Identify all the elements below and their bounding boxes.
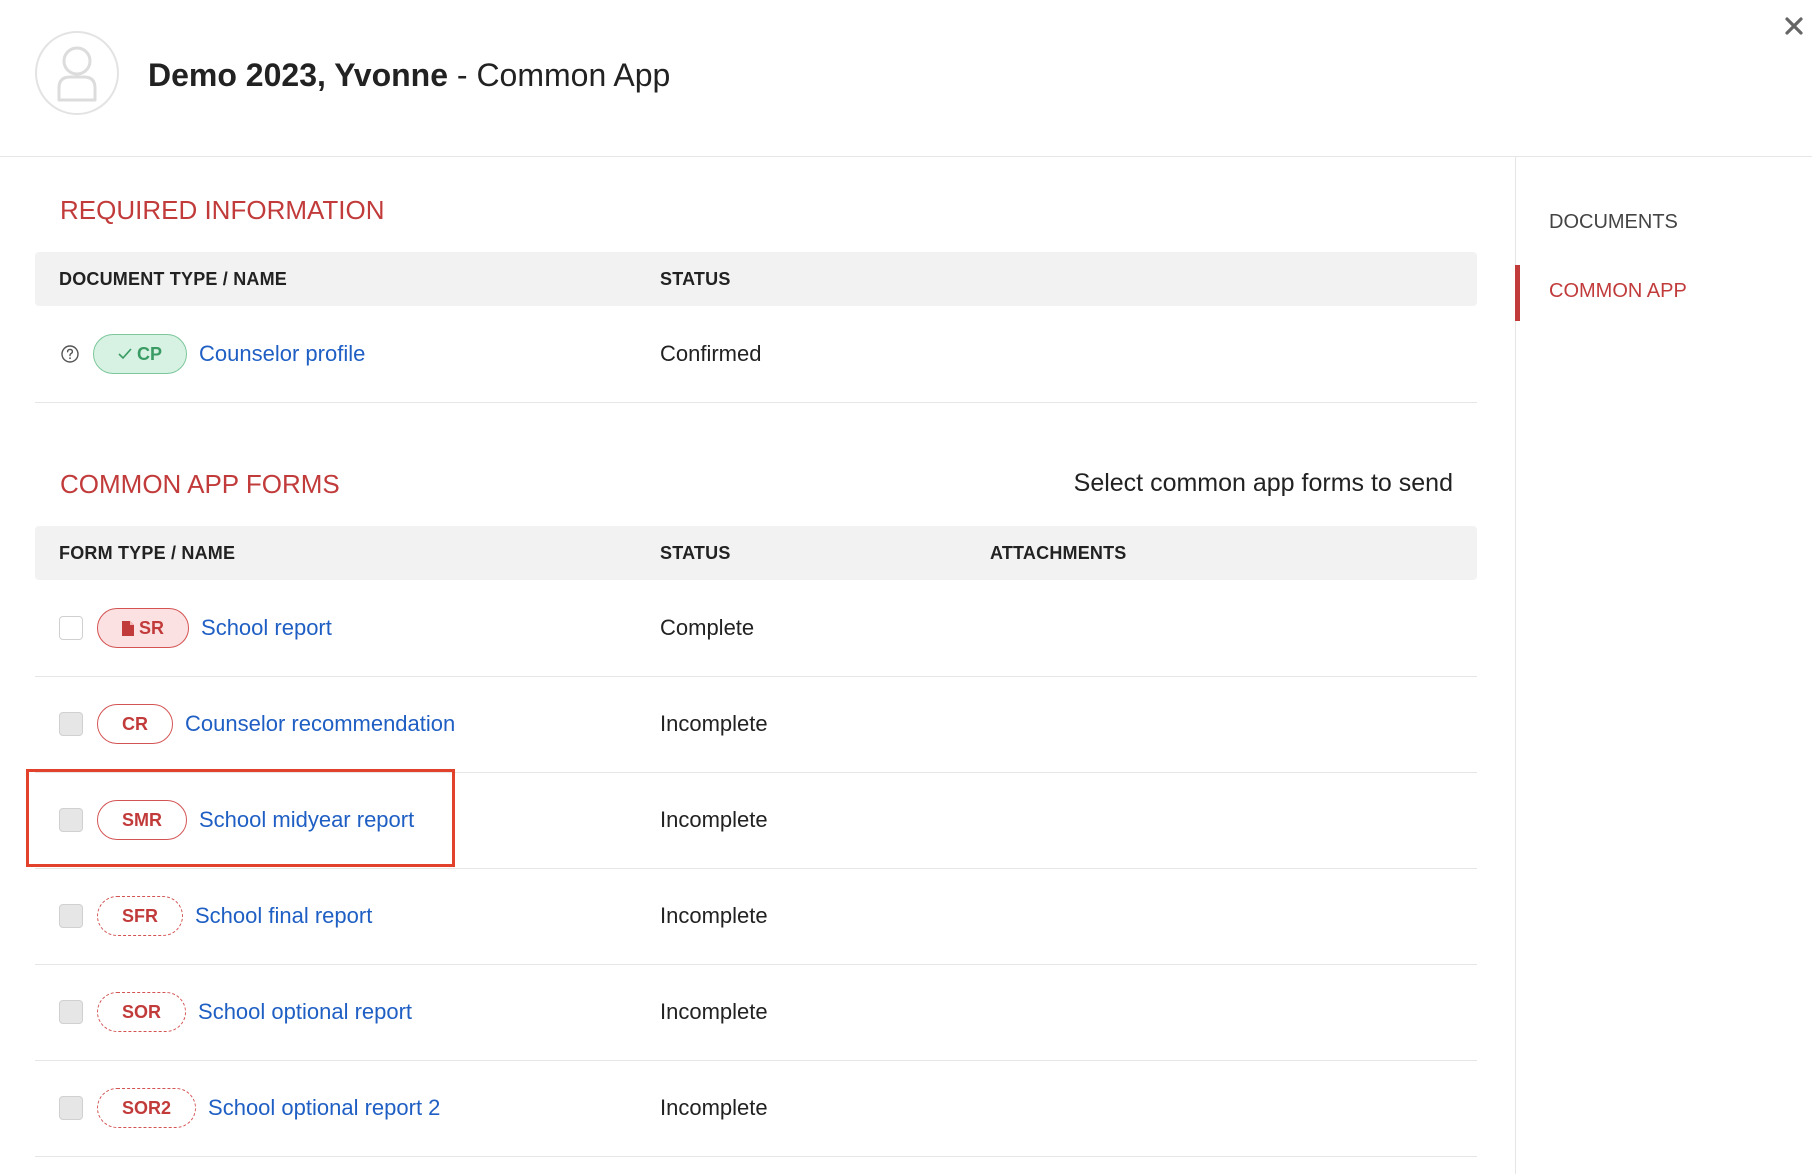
row-name-cell: SR School report: [59, 580, 332, 676]
row-status: Confirmed: [660, 341, 762, 366]
select-checkbox[interactable]: [59, 616, 83, 640]
row-status: Incomplete: [660, 807, 768, 832]
row-name-cell: CP Counselor profile: [59, 306, 365, 402]
badge-cr: CR: [97, 704, 173, 744]
form-link[interactable]: School final report: [195, 903, 372, 929]
col-attachments: ATTACHMENTS: [990, 543, 1127, 563]
active-indicator: [1515, 265, 1520, 321]
common-app-forms-title: COMMON APP FORMS: [60, 469, 340, 499]
table-row: CR Counselor recommendation Incomplete: [35, 676, 1477, 773]
table-row: SMR School midyear report Incomplete: [35, 772, 1477, 869]
select-checkbox[interactable]: [59, 1096, 83, 1120]
badge-sor2: SOR2: [97, 1088, 197, 1128]
table-row: SR School report Complete: [35, 580, 1477, 677]
required-table-header: DOCUMENT TYPE / NAME STATUS: [35, 252, 1477, 306]
row-name-cell: SOR2 School optional report 2: [59, 1060, 440, 1156]
close-icon: [1785, 17, 1803, 35]
row-status: Incomplete: [660, 711, 768, 736]
title-separator: -: [448, 57, 477, 93]
row-name-cell: CR Counselor recommendation: [59, 676, 455, 772]
row-status: Incomplete: [660, 903, 768, 928]
title-context: Common App: [476, 57, 671, 93]
student-name: Demo 2023, Yvonne: [148, 57, 448, 93]
badge-smr: SMR: [97, 800, 187, 840]
badge-cp: CP: [93, 334, 188, 374]
form-link[interactable]: School midyear report: [199, 807, 414, 833]
user-icon: [57, 46, 97, 102]
help-icon[interactable]: [59, 343, 81, 365]
modal-header: Demo 2023, Yvonne - Common App: [0, 0, 1812, 157]
row-name-cell: SMR School midyear report: [59, 772, 414, 868]
badge-sor: SOR: [97, 992, 187, 1032]
document-icon: [122, 620, 134, 636]
page-title: Demo 2023, Yvonne - Common App: [148, 52, 670, 98]
form-link[interactable]: Counselor recommendation: [185, 711, 455, 737]
forms-table-header: FORM TYPE / NAME STATUS ATTACHMENTS: [35, 526, 1477, 580]
table-row: SOR School optional report Incomplete: [35, 964, 1477, 1061]
select-forms-instruction: Select common app forms to send: [1073, 469, 1453, 497]
required-info-title: REQUIRED INFORMATION: [60, 195, 385, 225]
col-status: STATUS: [660, 543, 731, 563]
row-status: Incomplete: [660, 999, 768, 1024]
form-link[interactable]: School optional report: [198, 999, 412, 1025]
table-row: SFR School final report Incomplete: [35, 868, 1477, 965]
select-checkbox[interactable]: [59, 712, 83, 736]
sidebar-item-documents[interactable]: DOCUMENTS: [1549, 211, 1678, 234]
close-button[interactable]: [1780, 12, 1808, 40]
table-row: SOR2 School optional report 2 Incomplete: [35, 1060, 1477, 1157]
badge-sfr: SFR: [97, 896, 183, 936]
col-status: STATUS: [660, 269, 731, 289]
sidebar-item-common-app[interactable]: COMMON APP: [1549, 280, 1687, 303]
main-content: REQUIRED INFORMATION DOCUMENT TYPE / NAM…: [0, 157, 1515, 1174]
col-form-type: FORM TYPE / NAME: [59, 543, 236, 563]
row-name-cell: SFR School final report: [59, 868, 372, 964]
check-icon: [118, 348, 132, 360]
row-name-cell: SOR School optional report: [59, 964, 412, 1060]
select-checkbox[interactable]: [59, 808, 83, 832]
form-link[interactable]: School report: [201, 615, 332, 641]
row-status: Incomplete: [660, 1095, 768, 1120]
select-checkbox[interactable]: [59, 1000, 83, 1024]
row-status: Complete: [660, 615, 755, 640]
sidebar: DOCUMENTS COMMON APP: [1515, 157, 1812, 1174]
select-checkbox[interactable]: [59, 904, 83, 928]
form-link[interactable]: School optional report 2: [208, 1095, 440, 1121]
col-document-type: DOCUMENT TYPE / NAME: [59, 269, 288, 289]
table-row: CP Counselor profile Confirmed: [35, 306, 1477, 403]
document-link[interactable]: Counselor profile: [199, 341, 365, 367]
avatar: [35, 31, 119, 115]
badge-sr: SR: [97, 608, 190, 648]
